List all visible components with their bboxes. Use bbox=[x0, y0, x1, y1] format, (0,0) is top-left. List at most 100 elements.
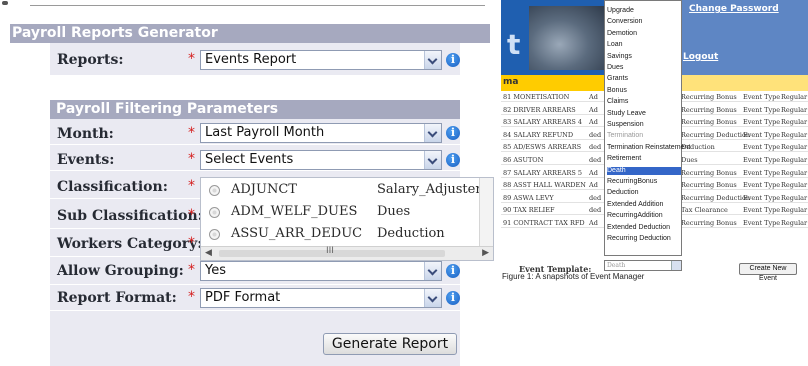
info-icon[interactable]: i bbox=[446, 153, 460, 167]
radio-button[interactable] bbox=[209, 229, 220, 240]
month-select-value: Last Payroll Month bbox=[205, 125, 325, 140]
event-category-cell: Recurring Bonus bbox=[681, 168, 737, 177]
row-divider bbox=[50, 170, 460, 171]
list-item[interactable]: RecurringAddition bbox=[607, 212, 681, 220]
top-divider bbox=[2, 1, 485, 6]
list-item[interactable]: Claims bbox=[607, 98, 681, 106]
event-code-cell: 86 ASUTON bbox=[503, 156, 544, 164]
chevron-down-icon[interactable] bbox=[424, 262, 441, 280]
list-item[interactable]: Suspension bbox=[607, 121, 681, 129]
figure-caption: Figure 1: A snapshots of Event Manager bbox=[502, 272, 645, 281]
list-item[interactable]: Extended Deduction bbox=[607, 224, 681, 232]
month-select[interactable]: Last Payroll Month bbox=[200, 123, 442, 143]
row-divider bbox=[50, 144, 460, 145]
event-template-select[interactable]: Death bbox=[604, 260, 682, 271]
list-item[interactable]: Bonus bbox=[607, 87, 681, 95]
info-icon[interactable]: i bbox=[446, 291, 460, 305]
logout-link[interactable]: Logout bbox=[683, 52, 718, 62]
event-category-cell: Recurring Bonus bbox=[681, 105, 737, 114]
event-type: Salary_Adjuster bbox=[377, 182, 482, 197]
chevron-down-icon[interactable] bbox=[424, 51, 441, 69]
report-format-value: PDF Format bbox=[205, 290, 281, 305]
event-category-cell: Recurring Deduction bbox=[681, 130, 751, 139]
event-code-cell: 90 TAX RELIEF bbox=[503, 206, 555, 215]
event-regularity-cell: Regular bbox=[781, 206, 808, 215]
event-code: ASSU_ARR_DEDUC bbox=[231, 226, 363, 241]
list-item[interactable]: Deduction bbox=[607, 189, 681, 197]
list-item[interactable]: Upgrade bbox=[607, 7, 681, 15]
event-code-cell: 88 ASST HALL WARDEN bbox=[503, 181, 586, 190]
horizontal-scrollbar[interactable]: ◀ III ▶ bbox=[201, 246, 493, 260]
reports-select[interactable]: Events Report bbox=[200, 50, 442, 70]
events-select-value: Select Events bbox=[205, 152, 294, 167]
month-label: Month: bbox=[57, 126, 114, 142]
list-item[interactable]: Retirement bbox=[607, 155, 681, 163]
report-format-select[interactable]: PDF Format bbox=[200, 288, 442, 308]
list-item[interactable]: Savings bbox=[607, 53, 681, 61]
event-class-cell: ded bbox=[589, 156, 602, 164]
info-icon[interactable]: i bbox=[446, 264, 460, 278]
event-class-cell: Ad bbox=[589, 93, 598, 101]
scroll-right-icon[interactable]: ▶ bbox=[482, 248, 489, 258]
chevron-down-icon[interactable] bbox=[424, 289, 441, 307]
event-class-cell: Ad bbox=[589, 219, 598, 227]
events-dropdown-list[interactable]: ADJUNCT Salary_Adjuster ADM_WELF_DUES Du… bbox=[200, 177, 494, 261]
event-type-cell: Event Type bbox=[743, 93, 781, 101]
event-regularity-cell: Regular bbox=[781, 219, 808, 227]
section-title: ma bbox=[503, 77, 519, 87]
event-code-cell: 83 SALARY ARREARS 4 bbox=[503, 118, 583, 127]
events-select[interactable]: Select Events bbox=[200, 150, 442, 170]
required-mark: * bbox=[188, 51, 195, 67]
create-new-event-button[interactable]: Create New Event bbox=[739, 263, 797, 282]
list-item[interactable]: Recurring Deduction bbox=[607, 235, 681, 243]
list-item[interactable]: RecurringBonus bbox=[607, 178, 681, 186]
vertical-scrollbar[interactable] bbox=[479, 178, 493, 247]
list-item[interactable]: Termination bbox=[607, 132, 681, 140]
event-type-list[interactable]: Upgrade Conversion Demotion Loan Savings Dues… bbox=[604, 0, 690, 256]
required-mark: * bbox=[188, 262, 195, 278]
row-divider bbox=[50, 310, 460, 311]
event-category-cell: Recurring Bonus bbox=[681, 93, 737, 101]
radio-button[interactable] bbox=[209, 185, 220, 196]
radio-button[interactable] bbox=[209, 207, 220, 218]
event-category-cell: Recurring Bonus bbox=[681, 219, 737, 227]
info-icon[interactable]: i bbox=[446, 126, 460, 140]
event-category-cell: Recurring Bonus bbox=[681, 118, 737, 127]
list-item[interactable]: ASSU_ARR_DEDUC Deduction bbox=[209, 226, 485, 244]
event-code-cell: 81 MONETISATION bbox=[503, 93, 570, 101]
chevron-down-icon[interactable] bbox=[424, 124, 441, 142]
event-class-cell: Ad bbox=[589, 118, 598, 127]
event-class-cell: ded bbox=[589, 143, 602, 152]
event-type: Dues bbox=[377, 204, 411, 219]
list-item[interactable]: Termination Reinstatement bbox=[607, 144, 690, 152]
event-type-cell: Event Type bbox=[743, 156, 781, 164]
required-mark: * bbox=[188, 151, 195, 167]
list-item[interactable]: Demotion bbox=[607, 30, 681, 38]
event-regularity-cell: Regular bbox=[781, 156, 808, 164]
list-item[interactable]: ADJUNCT Salary_Adjuster bbox=[209, 182, 485, 200]
chevron-down-icon[interactable] bbox=[424, 151, 441, 169]
list-item[interactable]: Study Leave bbox=[607, 110, 681, 118]
list-item[interactable]: Extended Addition bbox=[607, 201, 681, 209]
banner-photo bbox=[529, 6, 605, 70]
list-item[interactable]: Conversion bbox=[607, 18, 681, 26]
change-password-link[interactable]: Change Password bbox=[689, 4, 779, 14]
event-class-cell: ded bbox=[589, 130, 602, 139]
required-mark: * bbox=[188, 207, 195, 223]
info-icon[interactable]: i bbox=[446, 53, 460, 67]
event-type-cell: Event Type bbox=[743, 118, 781, 127]
generate-report-button[interactable]: Generate Report bbox=[323, 333, 457, 355]
allow-grouping-select[interactable]: Yes bbox=[200, 261, 442, 281]
list-item[interactable]: Dues bbox=[607, 64, 681, 72]
event-regularity-cell: Regular bbox=[781, 193, 808, 202]
event-type-cell: Event Type bbox=[743, 219, 781, 227]
row-divider bbox=[50, 284, 460, 285]
list-item[interactable]: Grants bbox=[607, 75, 681, 83]
list-item[interactable]: Loan bbox=[607, 41, 681, 49]
event-class-cell: Ad bbox=[589, 168, 598, 177]
event-type-cell: Event Type bbox=[743, 143, 781, 152]
list-item[interactable]: ADM_WELF_DUES Dues bbox=[209, 204, 485, 222]
classification-label: Classification: bbox=[57, 179, 168, 195]
scroll-left-icon[interactable]: ◀ bbox=[205, 248, 212, 258]
list-item[interactable]: Death bbox=[607, 166, 681, 175]
